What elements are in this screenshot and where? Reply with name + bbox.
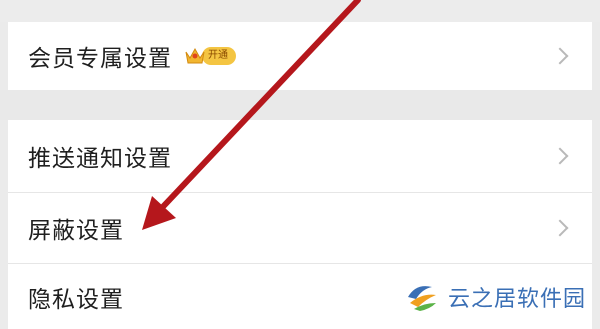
watermark-text: 云之居软件园 [447,287,586,312]
watermark: 云之居软件园 [402,275,586,319]
watermark-logo-icon [402,275,442,319]
